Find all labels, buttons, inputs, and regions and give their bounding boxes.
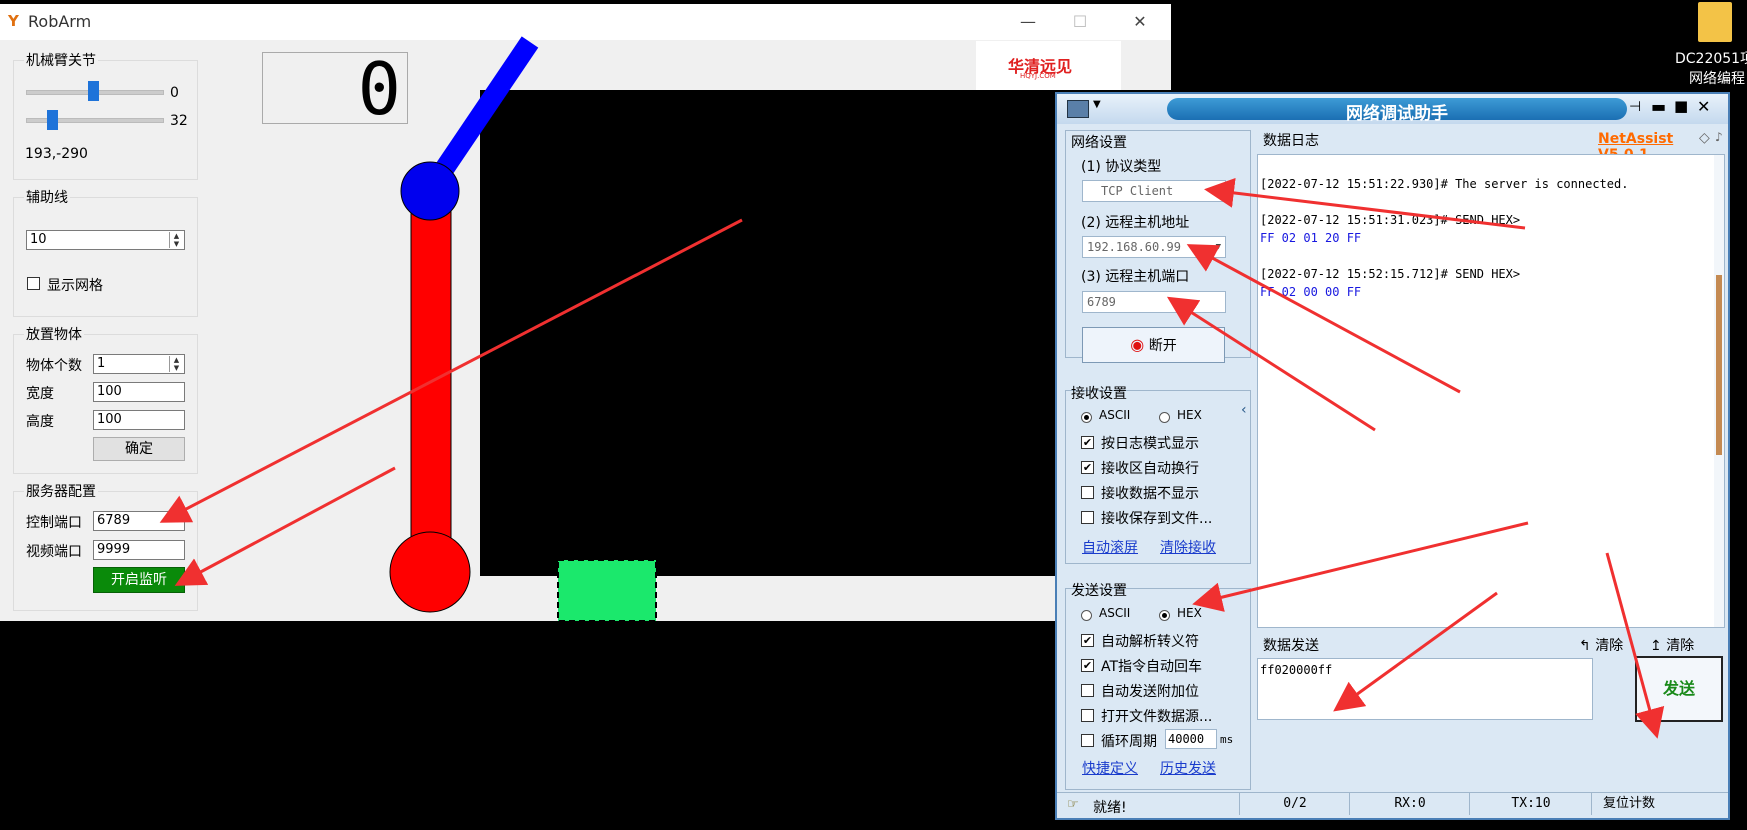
arrow-to-control-port [159, 218, 743, 523]
arrow-to-send-button [1605, 552, 1665, 739]
annotation-arrows [159, 177, 1665, 739]
arrow-to-send-hex [1192, 521, 1529, 612]
arrow-to-host [1186, 244, 1461, 394]
arrow-to-port [1166, 296, 1376, 432]
arrow-to-protocol [1204, 177, 1526, 230]
arrow-to-listen-button [174, 466, 396, 586]
arrow-to-send-tab [1333, 591, 1498, 712]
